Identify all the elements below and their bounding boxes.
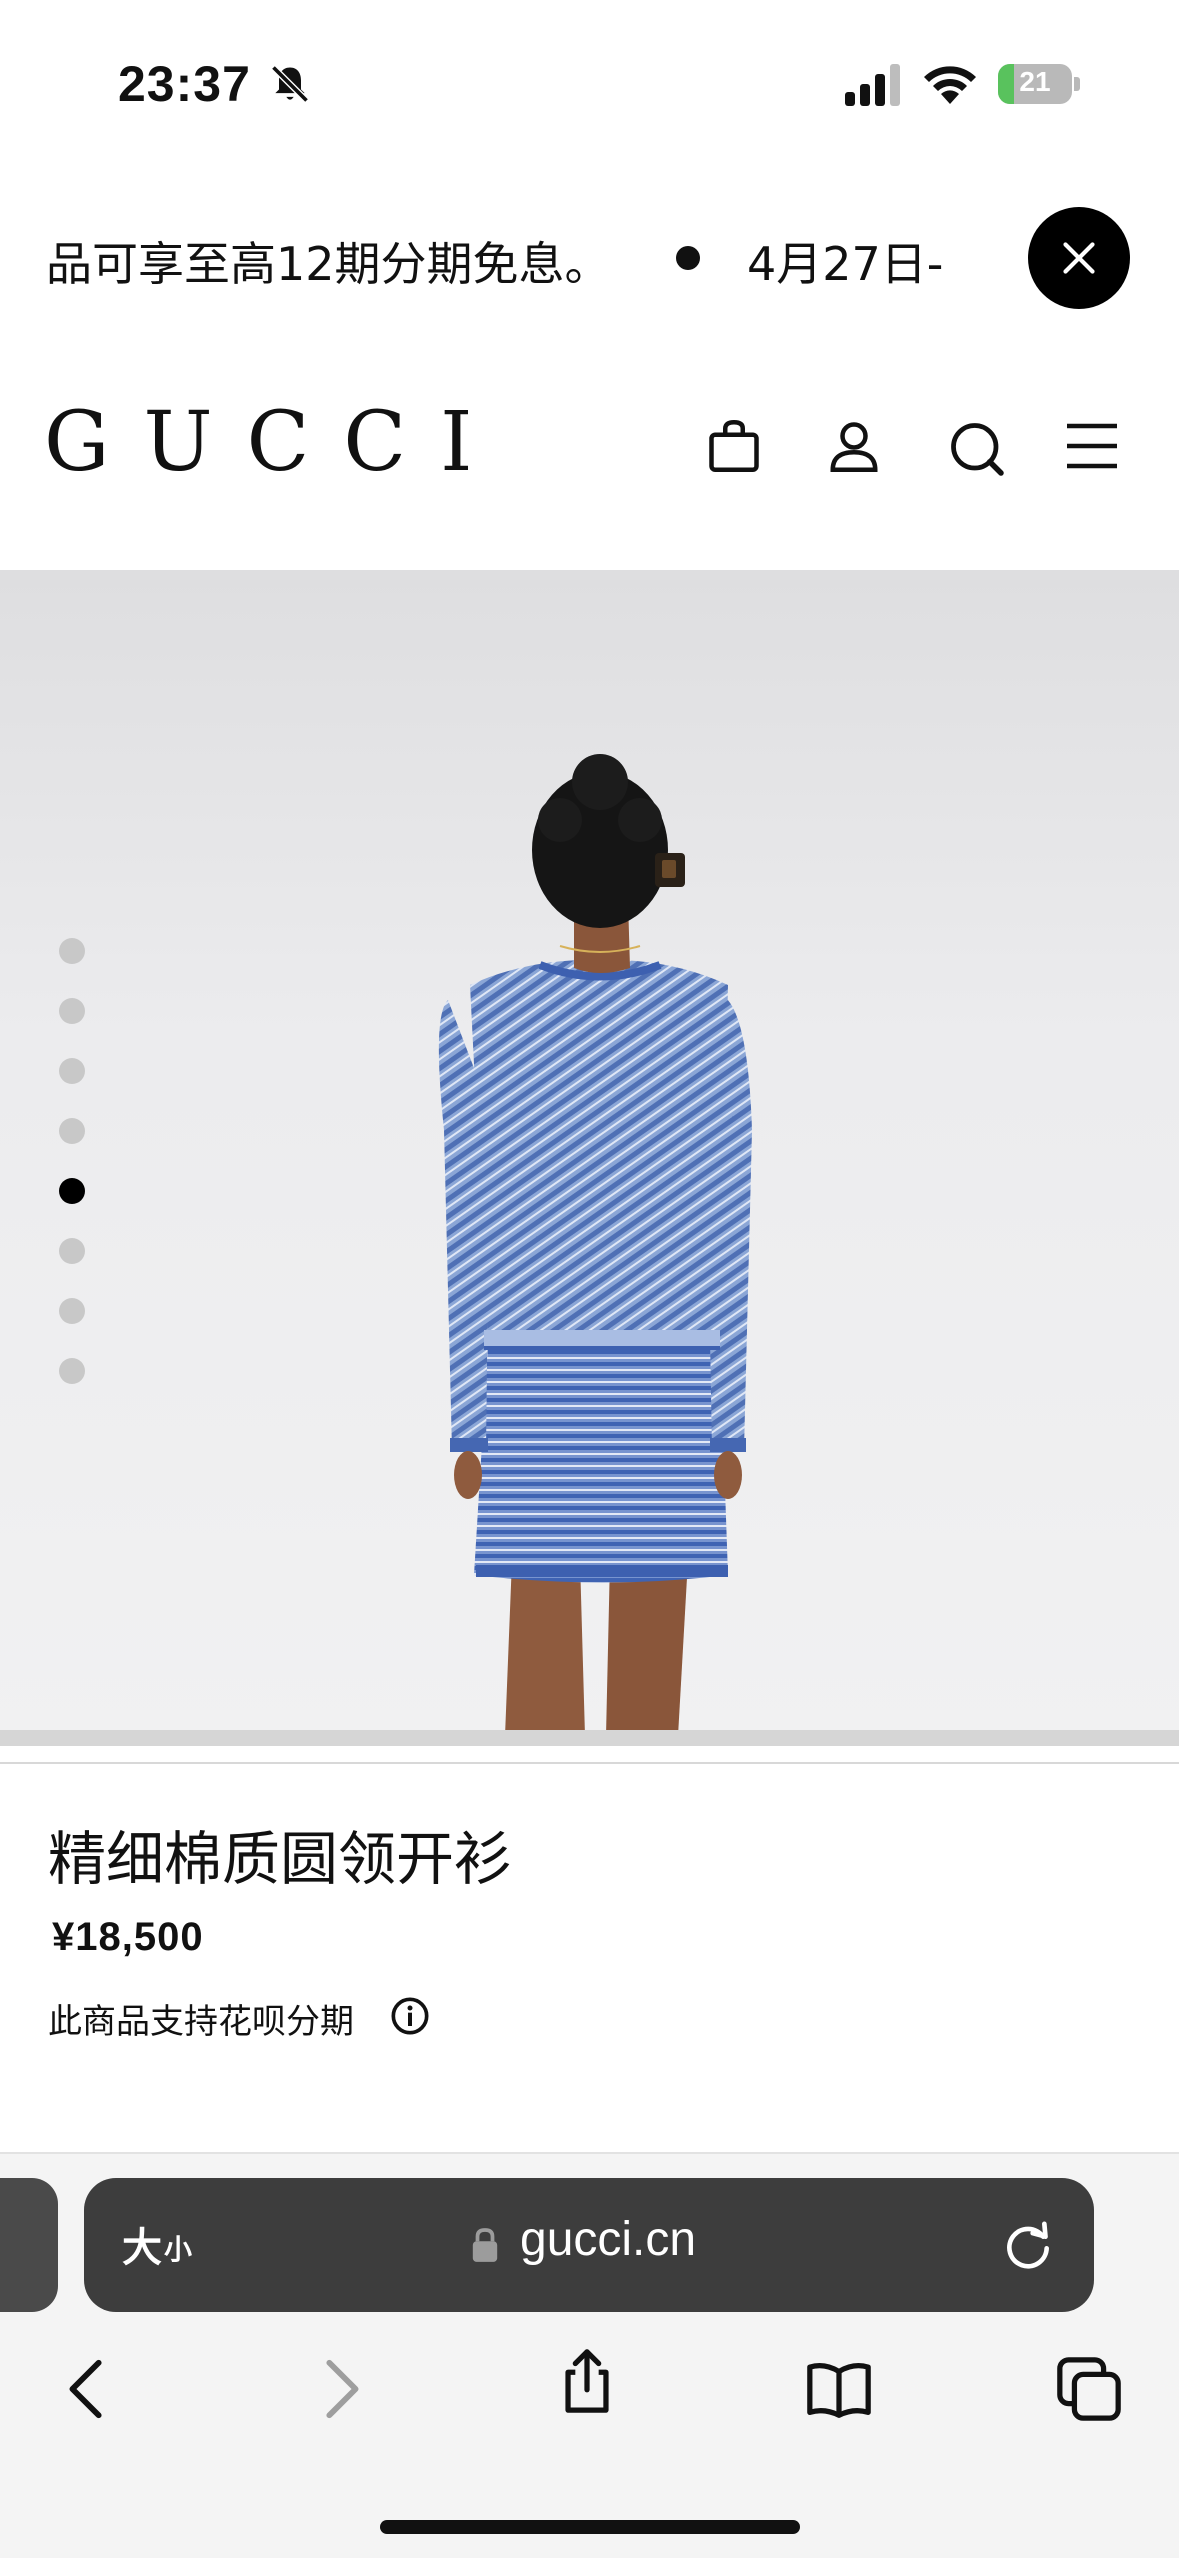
carousel-dot[interactable] <box>59 938 85 964</box>
lock-icon <box>472 2228 498 2262</box>
tabs-icon[interactable] <box>1054 2354 1124 2424</box>
divider <box>0 1762 1179 1764</box>
carousel-dot[interactable] <box>59 998 85 1024</box>
carousel-dot-active[interactable] <box>59 1178 85 1204</box>
status-time: 23:37 <box>118 56 251 112</box>
product-name: 精细棉质圆领开衫 <box>48 1825 513 1893</box>
carousel-dot[interactable] <box>59 1118 85 1144</box>
home-indicator[interactable] <box>380 2520 800 2534</box>
wifi-icon <box>924 66 976 104</box>
share-icon[interactable] <box>552 2346 622 2416</box>
close-icon <box>1063 242 1095 274</box>
installment-note: 此商品支持花呗分期 <box>48 2002 354 2042</box>
back-icon[interactable] <box>52 2354 122 2424</box>
forward-icon[interactable] <box>306 2354 376 2424</box>
account-icon[interactable] <box>824 416 884 476</box>
previous-tab-preview[interactable] <box>0 2178 58 2312</box>
bookmarks-icon[interactable] <box>804 2354 874 2424</box>
promo-banner: 品可享至高12期分期免息。 4月27日- <box>0 200 1000 320</box>
bell-slash-icon <box>271 65 309 103</box>
carousel-dot[interactable] <box>59 1058 85 1084</box>
carousel-dot[interactable] <box>59 1358 85 1384</box>
search-icon[interactable] <box>946 418 1006 478</box>
model-figure <box>0 754 1179 1746</box>
battery-charging-icon: 21 <box>998 64 1080 106</box>
brand-logo[interactable]: GUCCI <box>44 395 507 490</box>
promo-text: 品可享至高12期分期免息。 <box>46 237 611 291</box>
url-text[interactable]: gucci.cn <box>520 2212 696 2267</box>
promo-text-secondary: 4月27日- <box>747 237 944 291</box>
status-bar: 23:37 21 <box>0 0 1179 150</box>
shopping-bag-icon[interactable] <box>704 416 764 476</box>
reload-icon[interactable] <box>1000 2218 1056 2274</box>
close-banner-button[interactable] <box>1028 207 1130 309</box>
cellular-signal-icon <box>845 64 900 106</box>
carousel-dot[interactable] <box>59 1238 85 1264</box>
menu-icon[interactable] <box>1062 416 1122 476</box>
text-size-button[interactable]: 大 <box>122 2215 162 2273</box>
promo-separator-dot <box>676 246 700 270</box>
battery-level: 21 <box>1019 66 1051 97</box>
text-size-button-small[interactable]: 小 <box>164 2228 192 2268</box>
product-image[interactable] <box>0 570 1179 1746</box>
product-price: ¥18,500 <box>52 1915 204 1959</box>
carousel-dot[interactable] <box>59 1298 85 1324</box>
info-icon[interactable] <box>390 1996 430 2036</box>
